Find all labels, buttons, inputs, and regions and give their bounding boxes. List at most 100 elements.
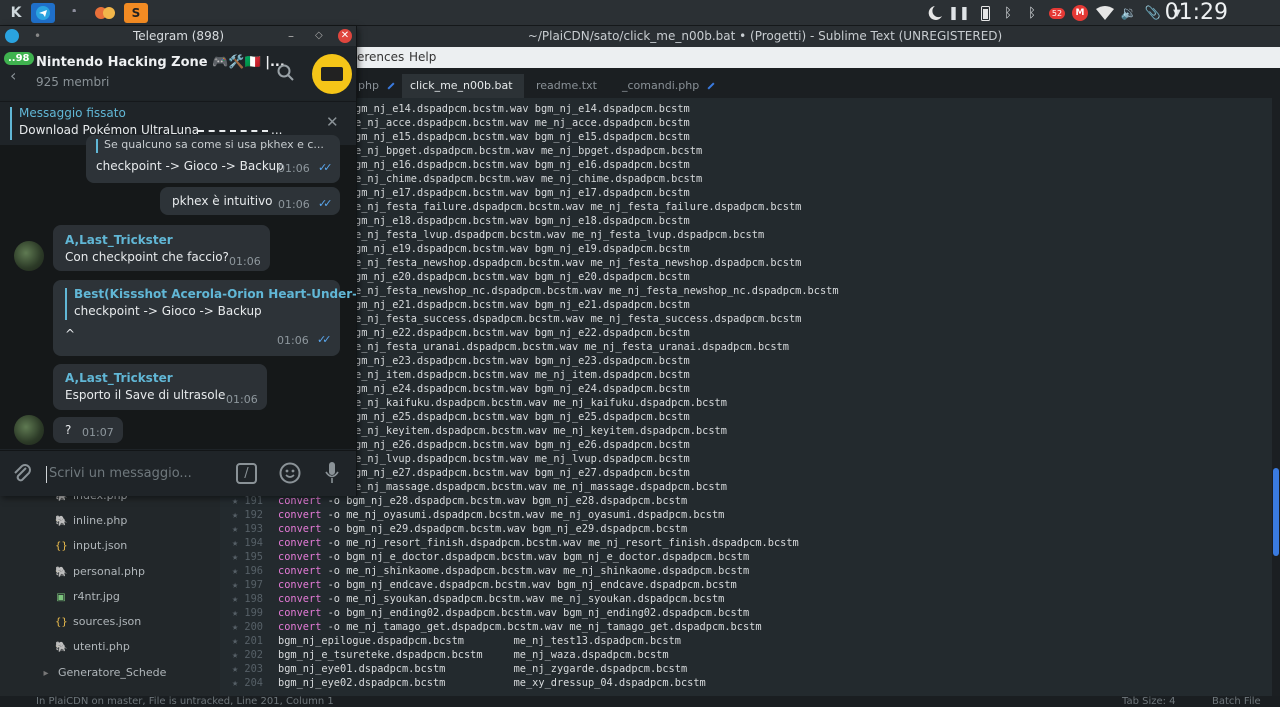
code-line[interactable]: e_nj_festa_lvup.dspadpcm.bcstm.wav me_nj… <box>220 228 1272 242</box>
code-line[interactable]: ★ 199 convert -o bgm_nj_ending02.dspadpcm… <box>220 606 1272 620</box>
code-line[interactable]: ★ 195 convert -o bgm_nj_e_doctor.dspadpcm… <box>220 550 1272 564</box>
close-icon[interactable]: ✕ <box>338 29 352 43</box>
code-line[interactable]: gm_nj_e27.dspadpcm.bcstm.wav bgm_nj_e27.… <box>220 466 1272 480</box>
code-line[interactable]: gm_nj_e21.dspadpcm.bcstm.wav bgm_nj_e21.… <box>220 298 1272 312</box>
minimize-icon[interactable]: – <box>288 26 294 46</box>
clock[interactable]: 01:29 <box>1165 0 1228 26</box>
message-bubble[interactable]: ? 01:07 <box>53 417 123 443</box>
message-bubble[interactable]: pkhex è intuitivo 01:06 ✓✓ <box>160 187 340 215</box>
message-bubble[interactable]: Best(Kissshot Acerola-Orion Heart-Under-… <box>53 280 356 356</box>
menu-preferences[interactable]: erences <box>357 47 404 68</box>
group-name[interactable]: Nintendo Hacking Zone 🎮🛠️🇮🇹 |... <box>36 55 285 70</box>
status-syntax[interactable]: Batch File <box>1212 696 1261 707</box>
scroll-thumb[interactable] <box>1273 468 1279 556</box>
sublime-icon[interactable]: S <box>124 3 148 23</box>
code-line[interactable]: gm_nj_e19.dspadpcm.bcstm.wav bgm_nj_e19.… <box>220 242 1272 256</box>
commands-icon[interactable]: / <box>236 463 257 484</box>
code-line[interactable]: e_nj_lvup.dspadpcm.bcstm.wav me_nj_lvup.… <box>220 452 1272 466</box>
message-input[interactable]: Scrivi un messaggio... <box>49 466 192 481</box>
attach-icon[interactable] <box>12 462 32 488</box>
code-line[interactable]: e_nj_keyitem.dspadpcm.bcstm.wav me_nj_ke… <box>220 424 1272 438</box>
message-bubble[interactable]: A,Last_Trickster Esporto il Save di ultr… <box>53 364 267 410</box>
tab-php[interactable]: php <box>350 74 398 98</box>
kde-menu-icon[interactable]: K <box>4 3 28 23</box>
avatar[interactable] <box>14 415 44 445</box>
code-line[interactable]: ★ 194 convert -o me_nj_resort_finish.dspa… <box>220 536 1272 550</box>
pause-icon[interactable]: ❚❚ <box>948 4 970 22</box>
code-line[interactable]: e_nj_chime.dspadpcm.bcstm.wav me_nj_chim… <box>220 172 1272 186</box>
sidebar-item-inline[interactable]: 🐘 inline.php <box>55 511 127 531</box>
sidebar-folder-generatore[interactable]: ▸ Generatore_Schede <box>40 663 166 683</box>
clip-icon[interactable]: 📎 <box>1145 4 1161 22</box>
sender-name[interactable]: A,Last_Trickster <box>65 233 173 247</box>
emoji-icon[interactable] <box>279 462 301 488</box>
search-icon[interactable] <box>277 64 295 86</box>
sidebar-item-sources[interactable]: {} sources.json <box>55 612 141 632</box>
mail-badge-icon[interactable]: 52 <box>1047 4 1067 22</box>
code-line[interactable]: e_nj_festa_uranai.dspadpcm.bcstm.wav me_… <box>220 340 1272 354</box>
sender-name[interactable]: A,Last_Trickster <box>65 371 173 385</box>
sidebar-item-personal[interactable]: 🐘 personal.php <box>55 562 145 582</box>
wifi-icon[interactable] <box>1095 4 1115 22</box>
battery-icon[interactable] <box>978 4 992 22</box>
code-line[interactable]: gm_nj_e26.dspadpcm.bcstm.wav bgm_nj_e26.… <box>220 438 1272 452</box>
avatar[interactable] <box>14 241 44 271</box>
code-line[interactable]: ★ 201 bgm_nj_epilogue.dspadpcm.bcstm me_n… <box>220 634 1272 648</box>
back-icon[interactable]: ‹ <box>10 66 16 85</box>
code-editor[interactable]: gm_nj_e14.dspadpcm.bcstm.wav bgm_nj_e14.… <box>220 98 1272 696</box>
code-line[interactable]: e_nj_massage.dspadpcm.bcstm.wav me_nj_ma… <box>220 480 1272 494</box>
message-bubble[interactable]: Se qualcuno sa come si usa pkhex e c... … <box>86 135 340 183</box>
code-line[interactable]: e_nj_festa_success.dspadpcm.bcstm.wav me… <box>220 312 1272 326</box>
sidebar-item-r4ntr[interactable]: ▣ r4ntr.jpg <box>55 587 120 607</box>
code-line[interactable]: ★ 203 bgm_nj_eye01.dspadpcm.bcstm me_nj_z… <box>220 662 1272 676</box>
gmail-icon[interactable]: M <box>1071 4 1089 22</box>
group-avatar[interactable] <box>312 54 352 94</box>
code-line[interactable]: gm_nj_e15.dspadpcm.bcstm.wav bgm_nj_e15.… <box>220 130 1272 144</box>
moon-icon[interactable] <box>925 4 945 22</box>
message-bubble[interactable]: A,Last_Trickster Con checkpoint che facc… <box>53 225 270 271</box>
bluetooth-icon[interactable]: ᛒ <box>1001 4 1015 22</box>
bluetooth-icon[interactable]: ᛒ <box>1025 4 1039 22</box>
code-line[interactable]: gm_nj_e24.dspadpcm.bcstm.wav bgm_nj_e24.… <box>220 382 1272 396</box>
code-line[interactable]: gm_nj_e16.dspadpcm.bcstm.wav bgm_nj_e16.… <box>220 158 1272 172</box>
code-line[interactable]: ★ 202 bgm_nj_e_tsureteke.dspadpcm.bcstm m… <box>220 648 1272 662</box>
code-line[interactable]: e_nj_item.dspadpcm.bcstm.wav me_nj_item.… <box>220 368 1272 382</box>
telegram-icon[interactable] <box>31 3 55 23</box>
sidebar-item-utenti[interactable]: 🐘 utenti.php <box>55 637 130 657</box>
sidebar-item-input-json[interactable]: {} input.json <box>55 536 127 556</box>
code-line[interactable]: ★ 193 convert -o bgm_nj_e29.dspadpcm.bcst… <box>220 522 1272 536</box>
maximize-icon[interactable]: ◇ <box>315 26 323 46</box>
tab-click-me-n00b[interactable]: click_me_n00b.bat <box>402 74 524 114</box>
code-line[interactable]: ★ 200 convert -o me_nj_tamago_get.dspadpc… <box>220 620 1272 634</box>
code-line[interactable]: gm_nj_e22.dspadpcm.bcstm.wav bgm_nj_e22.… <box>220 326 1272 340</box>
code-line[interactable]: ★ 198 convert -o me_nj_syoukan.dspadpcm.b… <box>220 592 1272 606</box>
tab-comandi[interactable]: _comandi.php <box>614 74 724 98</box>
notification-icon[interactable]: ᵃ <box>62 3 86 23</box>
firefox-icon[interactable] <box>93 3 117 23</box>
code-line[interactable]: ★ 204 bgm_nj_eye02.dspadpcm.bcstm me_xy_d… <box>220 676 1272 690</box>
code-line[interactable]: ★ 197 convert -o bgm_nj_endcave.dspadpcm.… <box>220 578 1272 592</box>
code-line[interactable]: e_nj_bpget.dspadpcm.bcstm.wav me_nj_bpge… <box>220 144 1272 158</box>
code-line[interactable]: gm_nj_e17.dspadpcm.bcstm.wav bgm_nj_e17.… <box>220 186 1272 200</box>
code-line[interactable]: e_nj_festa_newshop.dspadpcm.bcstm.wav me… <box>220 256 1272 270</box>
code-line[interactable]: e_nj_festa_failure.dspadpcm.bcstm.wav me… <box>220 200 1272 214</box>
code-line[interactable]: ★ 192 convert -o me_nj_oyasumi.dspadpcm.b… <box>220 508 1272 522</box>
code-line[interactable]: e_nj_festa_newshop_nc.dspadpcm.bcstm.wav… <box>220 284 1272 298</box>
message-list[interactable]: Se qualcuno sa come si usa pkhex e c... … <box>0 135 356 449</box>
tab-readme[interactable]: readme.txt <box>528 74 610 114</box>
status-tab-size[interactable]: Tab Size: 4 <box>1122 696 1176 707</box>
code-line[interactable]: gm_nj_e18.dspadpcm.bcstm.wav bgm_nj_e18.… <box>220 214 1272 228</box>
code-line[interactable]: e_nj_kaifuku.dspadpcm.bcstm.wav me_nj_ka… <box>220 396 1272 410</box>
code-line[interactable]: gm_nj_e20.dspadpcm.bcstm.wav bgm_nj_e20.… <box>220 270 1272 284</box>
close-pinned-icon[interactable]: ✕ <box>326 113 339 131</box>
microphone-icon[interactable] <box>325 461 339 489</box>
code-line[interactable]: e_nj_acce.dspadpcm.bcstm.wav me_nj_acce.… <box>220 116 1272 130</box>
code-line[interactable]: ★ 196 convert -o me_nj_shinkaome.dspadpcm… <box>220 564 1272 578</box>
code-line[interactable]: gm_nj_e14.dspadpcm.bcstm.wav bgm_nj_e14.… <box>220 102 1272 116</box>
code-line[interactable]: ★ 191 convert -o bgm_nj_e28.dspadpcm.bcst… <box>220 494 1272 508</box>
menu-help[interactable]: Help <box>409 47 436 68</box>
code-line[interactable]: gm_nj_e25.dspadpcm.bcstm.wav bgm_nj_e25.… <box>220 410 1272 424</box>
code-line[interactable]: gm_nj_e23.dspadpcm.bcstm.wav bgm_nj_e23.… <box>220 354 1272 368</box>
editor-scrollbar[interactable] <box>1272 98 1280 696</box>
volume-icon[interactable]: 🔉 <box>1120 4 1138 22</box>
